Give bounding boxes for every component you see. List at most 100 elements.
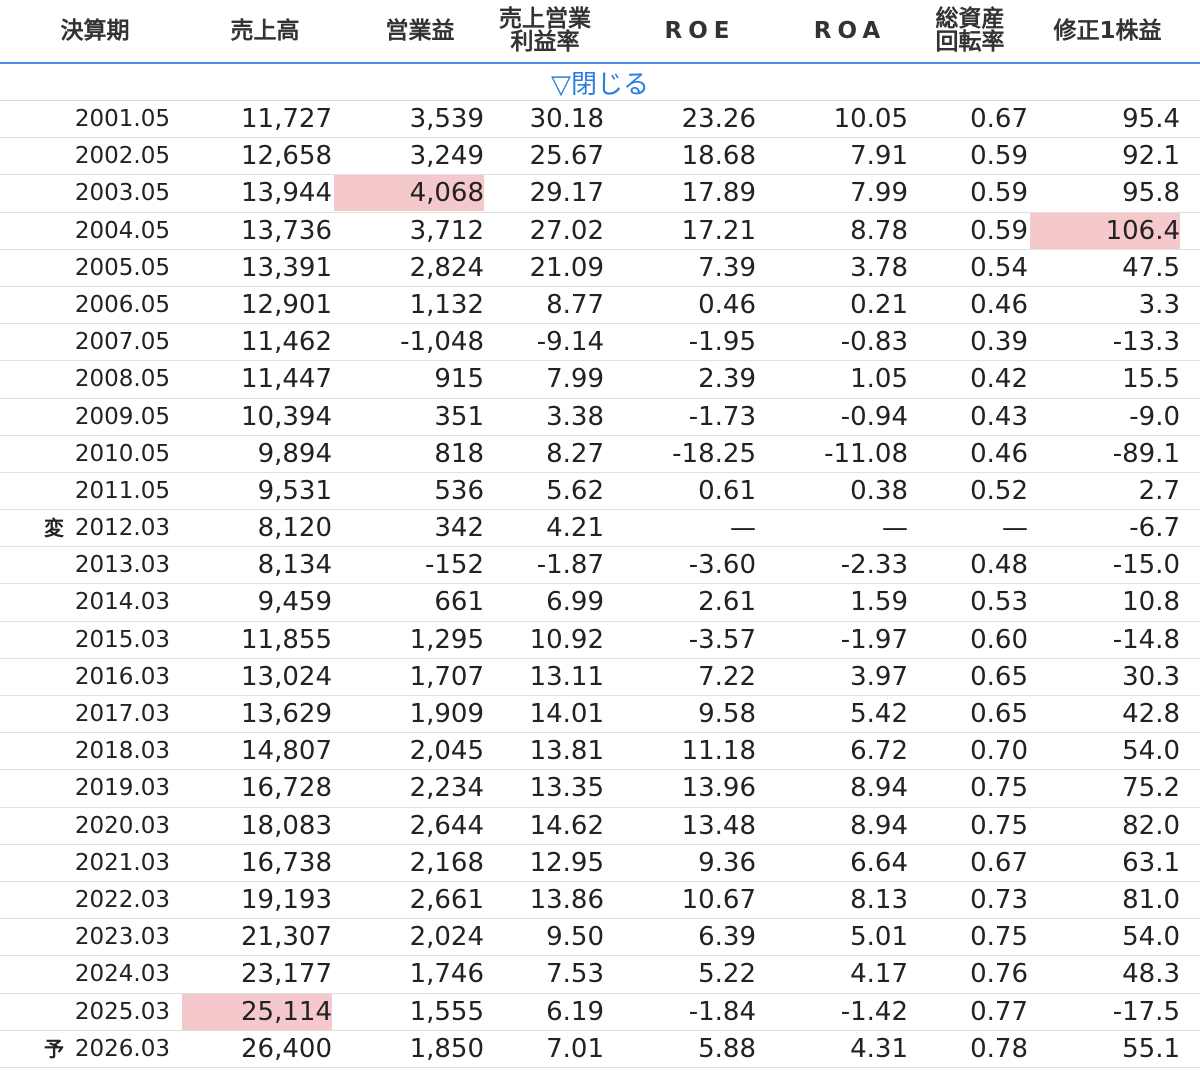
cell-period: 2002.05 (74, 143, 170, 170)
cell-turn: 0.54 (970, 252, 1028, 283)
cell-margin: 7.99 (546, 364, 604, 395)
cell-eps: -9.0 (1129, 401, 1180, 432)
cell-op: 1,850 (409, 1033, 484, 1064)
cell-roa: 7.99 (850, 178, 908, 209)
cell-eps: -17.5 (1112, 996, 1180, 1027)
cell-roe: 7.39 (698, 252, 756, 283)
cell-eps: -14.8 (1112, 624, 1180, 655)
cell-sales: 12,658 (241, 141, 332, 172)
table-row: 2016.03 13,024 1,707 13.11 7.22 3.97 0.65 30.3 (0, 659, 1200, 696)
cell-sales: 8,134 (257, 550, 332, 581)
cell-margin: 5.62 (546, 475, 604, 506)
cell-op: 2,168 (409, 847, 484, 878)
cell-turn: 0.70 (970, 736, 1028, 767)
header-op-margin: 売上営業 利益率 (480, 0, 610, 62)
cell-sales: 9,531 (257, 475, 332, 506)
cell-margin: 10.92 (529, 624, 604, 655)
cell-op: 342 (434, 513, 484, 544)
table-row: 2024.03 23,177 1,746 7.53 5.22 4.17 0.76 48.3 (0, 956, 1200, 994)
cell-roa: 6.72 (850, 736, 908, 767)
cell-op: 536 (434, 475, 484, 506)
cell-turn: 0.67 (970, 847, 1028, 878)
cell-eps: 48.3 (1122, 959, 1180, 990)
cell-sales: 11,447 (241, 364, 332, 395)
cell-op: 3,712 (409, 215, 484, 246)
cell-period: 2022.03 (74, 886, 170, 913)
cell-sales: 14,807 (241, 736, 332, 767)
financial-table: 決算期 売上高 営業益 売上営業 利益率 ROE ROA 総資産 回転率 修正1… (0, 0, 1200, 1068)
table-row: 2008.05 11,447 915 7.99 2.39 1.05 0.42 15.5 (0, 361, 1200, 399)
cell-margin: 30.18 (529, 104, 604, 134)
cell-sales: 19,193 (241, 884, 332, 915)
cell-turn: 0.59 (970, 215, 1028, 246)
table-row: 2021.03 16,738 2,168 12.95 9.36 6.64 0.67 63.1 (0, 845, 1200, 882)
cell-roa: 10.05 (833, 104, 908, 134)
cell-margin: 25.67 (529, 141, 604, 172)
cell-margin: 13.81 (529, 736, 604, 767)
cell-roe: 6.39 (698, 922, 756, 953)
table-row: 2013.03 8,134 -152 -1.87 -3.60 -2.33 0.48 -15.0 (0, 547, 1200, 585)
cell-turn: 0.75 (970, 810, 1028, 841)
table-row: 2002.05 12,658 3,249 25.67 18.68 7.91 0.59 92.1 (0, 138, 1200, 176)
cell-sales: 18,083 (241, 810, 332, 841)
cell-margin: 6.99 (546, 587, 604, 618)
table-row: 2022.03 19,193 2,661 13.86 10.67 8.13 0.73 81.0 (0, 882, 1200, 920)
cell-period: 2025.03 (74, 998, 170, 1025)
cell-eps: 54.0 (1122, 922, 1180, 953)
cell-turn: 0.59 (970, 178, 1028, 209)
cell-margin: 3.38 (546, 401, 604, 432)
cell-margin: -1.87 (536, 550, 604, 581)
cell-op: 1,132 (409, 289, 484, 320)
cell-op: 818 (434, 438, 484, 469)
cell-period: 2003.05 (74, 180, 170, 207)
cell-margin: 7.53 (546, 959, 604, 990)
cell-roe: -18.25 (672, 438, 756, 469)
cell-sales: 11,462 (241, 327, 332, 358)
cell-sales: 16,738 (241, 847, 332, 878)
cell-margin: 27.02 (529, 215, 604, 246)
cell-op: 4,068 (334, 175, 484, 212)
cell-op: 2,234 (409, 773, 484, 804)
cell-roa: -1.97 (840, 624, 908, 655)
cell-margin: 14.62 (529, 810, 604, 841)
cell-margin: 7.01 (546, 1033, 604, 1064)
cell-roa: 0.21 (850, 289, 908, 320)
cell-margin: 21.09 (529, 252, 604, 283)
cell-roa: 5.42 (850, 699, 908, 729)
cell-turn: 0.48 (970, 550, 1028, 581)
cell-sales: 21,307 (241, 922, 332, 953)
table-row: 2011.05 9,531 536 5.62 0.61 0.38 0.52 2.7 (0, 473, 1200, 511)
header-op-margin-line2: 利益率 (510, 29, 580, 55)
cell-sales: 9,459 (257, 587, 332, 618)
cell-roe: -3.57 (688, 624, 756, 655)
cell-sales: 13,629 (241, 699, 332, 729)
cell-sales: 13,736 (241, 215, 332, 246)
cell-turn: 0.60 (970, 624, 1028, 655)
cell-eps: 47.5 (1122, 252, 1180, 283)
cell-op: 3,249 (409, 141, 484, 172)
cell-eps: 95.8 (1122, 178, 1180, 209)
cell-roe: — (730, 513, 756, 544)
cell-eps: 10.8 (1122, 587, 1180, 618)
collapse-toggle[interactable]: ▽閉じる (0, 64, 1200, 101)
cell-turn: 0.78 (970, 1033, 1028, 1064)
cell-sales: 13,391 (241, 252, 332, 283)
cell-period: 2010.05 (74, 440, 170, 467)
cell-eps: 82.0 (1122, 810, 1180, 841)
cell-op: 351 (434, 401, 484, 432)
cell-margin: 14.01 (529, 699, 604, 729)
cell-period: 2005.05 (74, 254, 170, 281)
cell-sales: 9,894 (257, 438, 332, 469)
cell-sales: 12,901 (241, 289, 332, 320)
cell-turn: 0.67 (970, 104, 1028, 134)
cell-turn: 0.52 (970, 475, 1028, 506)
cell-turn: 0.65 (970, 699, 1028, 729)
cell-roa: 6.64 (850, 847, 908, 878)
cell-roa: 1.05 (850, 364, 908, 395)
table-row: 2023.03 21,307 2,024 9.50 6.39 5.01 0.75 54.0 (0, 919, 1200, 957)
header-op-income: 営業益 (385, 17, 455, 44)
cell-roe: 17.21 (681, 215, 756, 246)
cell-roa: 8.13 (850, 884, 908, 915)
cell-op: 1,707 (409, 661, 484, 692)
cell-period: 2006.05 (74, 291, 170, 318)
